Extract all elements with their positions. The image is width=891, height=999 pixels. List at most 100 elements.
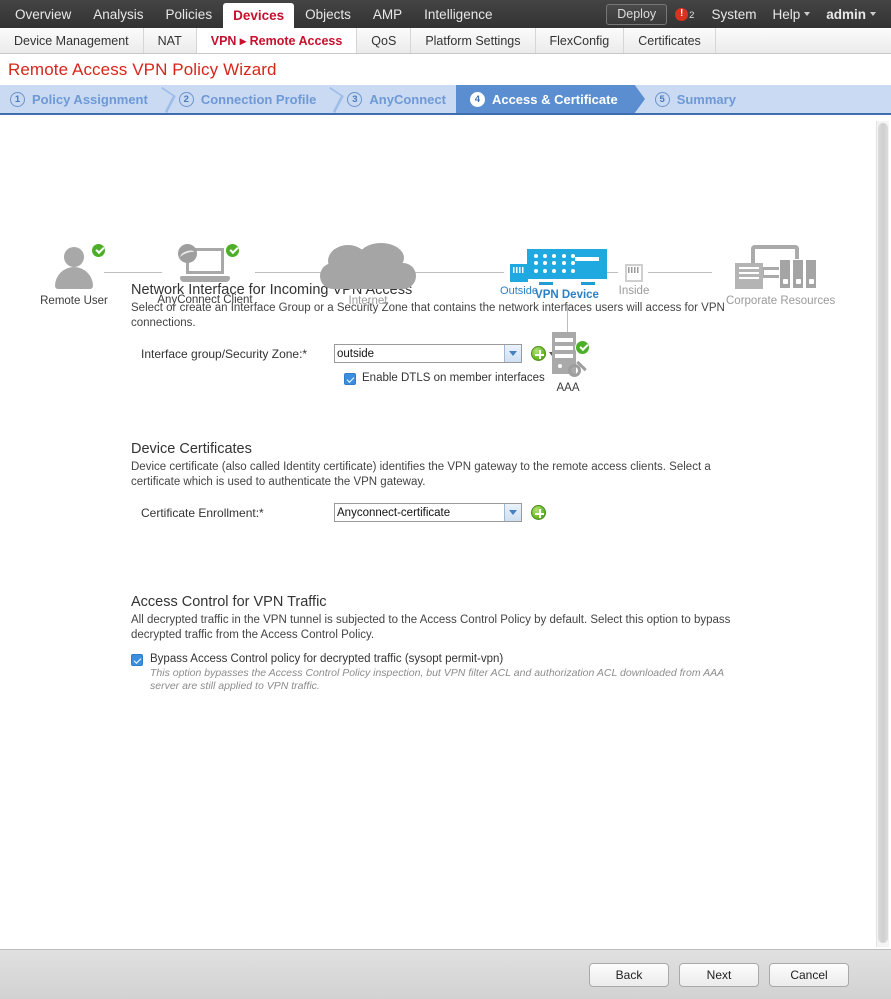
wizard-form-sections: Network Interface for Incoming VPN Acces… [0, 282, 891, 693]
wizard-step-bar: 1 Policy Assignment 2 Connection Profile… [0, 85, 891, 115]
section-description: All decrypted traffic in the VPN tunnel … [131, 614, 731, 641]
step-label: Policy Assignment [32, 91, 148, 107]
interface-group-label: Interface group/Security Zone:* [141, 346, 308, 361]
bypass-text-group: Bypass Access Control policy for decrypt… [150, 653, 730, 693]
step-label: Summary [676, 91, 736, 107]
step-label: Connection Profile [200, 91, 317, 107]
certificate-enrollment-label: Certificate Enrollment:* [141, 505, 264, 520]
next-button[interactable]: Next [679, 962, 759, 987]
check-icon [91, 243, 106, 258]
step-label: Access & Certificate [491, 91, 618, 107]
section-title: Access Control for VPN Traffic [131, 594, 327, 610]
bypass-access-control-label: Bypass Access Control policy for decrypt… [150, 653, 504, 665]
wizard-step-access-certificate[interactable]: 4 Access & Certificate [455, 85, 634, 113]
vpn-topology-diagram: Remote User AnyConnect Client Internet O… [0, 119, 891, 394]
chevron-down-icon [804, 12, 811, 16]
wizard-step-connection-profile[interactable]: 2 Connection Profile [169, 85, 327, 113]
node-label: AnyConnect Client [157, 294, 253, 306]
node-internet: Internet [320, 243, 416, 307]
stepbar-filler [745, 85, 891, 113]
link-client-to-internet [255, 272, 323, 273]
wizard-footer: Back Next Cancel [0, 949, 891, 999]
ethernet-port-icon [625, 264, 643, 282]
check-icon [225, 243, 240, 258]
tab-nat[interactable]: NAT [144, 28, 197, 53]
wizard-step-anyconnect[interactable]: 3 AnyConnect [337, 85, 456, 113]
topnav-item-intelligence[interactable]: Intelligence [413, 0, 503, 28]
add-interface-group-button[interactable] [531, 346, 546, 361]
aaa-server-key-icon [546, 332, 590, 378]
topnav-right-group: Deploy 2 System Help admin [606, 0, 891, 28]
user-label: admin [826, 6, 866, 22]
back-button[interactable]: Back [589, 962, 669, 987]
tab-flexconfig[interactable]: FlexConfig [536, 28, 625, 53]
node-remote-user: Remote User [29, 243, 119, 307]
step-number: 4 [469, 91, 485, 107]
ethernet-port-icon [510, 264, 528, 282]
bypass-access-control-checkbox[interactable] [131, 654, 143, 666]
enable-dtls-checkbox[interactable] [344, 373, 356, 385]
link-device-to-aaa [567, 304, 568, 334]
step-number: 3 [347, 91, 363, 107]
step-separator-icon [158, 88, 169, 110]
wizard-step-policy-assignment[interactable]: 1 Policy Assignment [0, 85, 158, 113]
step-separator-icon [326, 88, 337, 110]
node-anyconnect-client: AnyConnect Client [155, 243, 255, 306]
cancel-button[interactable]: Cancel [769, 962, 849, 987]
scrollbar-thumb[interactable] [878, 123, 888, 943]
user-icon [52, 245, 96, 291]
step-number: 1 [10, 91, 25, 107]
node-label: Remote User [40, 295, 108, 307]
node-label: AAA [556, 382, 580, 394]
topnav-item-user-menu[interactable]: admin [819, 7, 883, 22]
bypass-access-control-note: This option bypasses the Access Control … [150, 667, 724, 692]
tab-vpn-remote-access[interactable]: VPN ▸ Remote Access [196, 28, 358, 53]
step-label: AnyConnect [369, 91, 446, 107]
cloud-icon [320, 243, 416, 291]
certificate-enrollment-row: Certificate Enrollment:* Anyconnect-cert… [131, 503, 891, 522]
certificate-enrollment-select-wrap: Anyconnect-certificate [334, 503, 522, 522]
wizard-content-pane: Remote User AnyConnect Client Internet O… [0, 119, 891, 949]
top-navigation-bar: Overview Analysis Policies Devices Objec… [0, 0, 891, 28]
sub-tab-bar: Device Management NAT VPN ▸ Remote Acces… [0, 28, 891, 54]
topnav-item-devices[interactable]: Devices [223, 3, 295, 28]
servers-icon [735, 245, 817, 291]
topnav-item-help[interactable]: Help [765, 7, 817, 22]
section-device-certificates: Device Certificates Device certificate (… [131, 441, 891, 522]
node-label: Inside [618, 285, 650, 297]
enable-dtls-row: Enable DTLS on member interfaces [131, 372, 891, 385]
topnav-item-system[interactable]: System [704, 7, 763, 22]
topnav-item-analysis[interactable]: Analysis [82, 0, 154, 28]
tab-device-management[interactable]: Device Management [0, 28, 144, 53]
topnav-item-amp[interactable]: AMP [362, 0, 413, 28]
node-corporate-resources: Corporate Resources [726, 245, 836, 307]
chevron-down-icon [870, 12, 876, 16]
tab-certificates[interactable]: Certificates [624, 28, 716, 53]
interface-group-select[interactable]: outside [334, 344, 522, 363]
topnav-item-policies[interactable]: Policies [155, 0, 224, 28]
interface-group-row: Interface group/Security Zone:* outside [131, 344, 891, 363]
step-number: 2 [178, 91, 194, 107]
deploy-button[interactable]: Deploy [606, 3, 668, 25]
wizard-step-summary[interactable]: 5 Summary [645, 85, 746, 113]
node-inside-interface: Inside [590, 264, 678, 297]
tab-qos[interactable]: QoS [357, 28, 412, 53]
node-label: Internet [348, 295, 388, 307]
tab-platform-settings[interactable]: Platform Settings [411, 28, 536, 53]
certificate-enrollment-select[interactable]: Anyconnect-certificate [334, 503, 522, 522]
bypass-access-control-row: Bypass Access Control policy for decrypt… [131, 653, 891, 693]
topnav-item-objects[interactable]: Objects [294, 0, 362, 28]
add-certificate-enrollment-button[interactable] [531, 505, 546, 520]
section-description: Device certificate (also called Identity… [131, 461, 711, 488]
check-icon [575, 340, 590, 355]
node-label: Corporate Resources [726, 295, 836, 307]
node-aaa-server: AAA [545, 332, 591, 394]
vertical-scrollbar[interactable] [876, 121, 889, 947]
notification-alert[interactable]: 2 [675, 7, 695, 21]
topnav-item-overview[interactable]: Overview [4, 0, 82, 28]
laptop-icon [178, 244, 232, 290]
alert-icon [675, 7, 689, 21]
help-label: Help [772, 6, 801, 22]
section-access-control: Access Control for VPN Traffic All decry… [131, 594, 891, 693]
alert-count: 2 [689, 9, 695, 21]
